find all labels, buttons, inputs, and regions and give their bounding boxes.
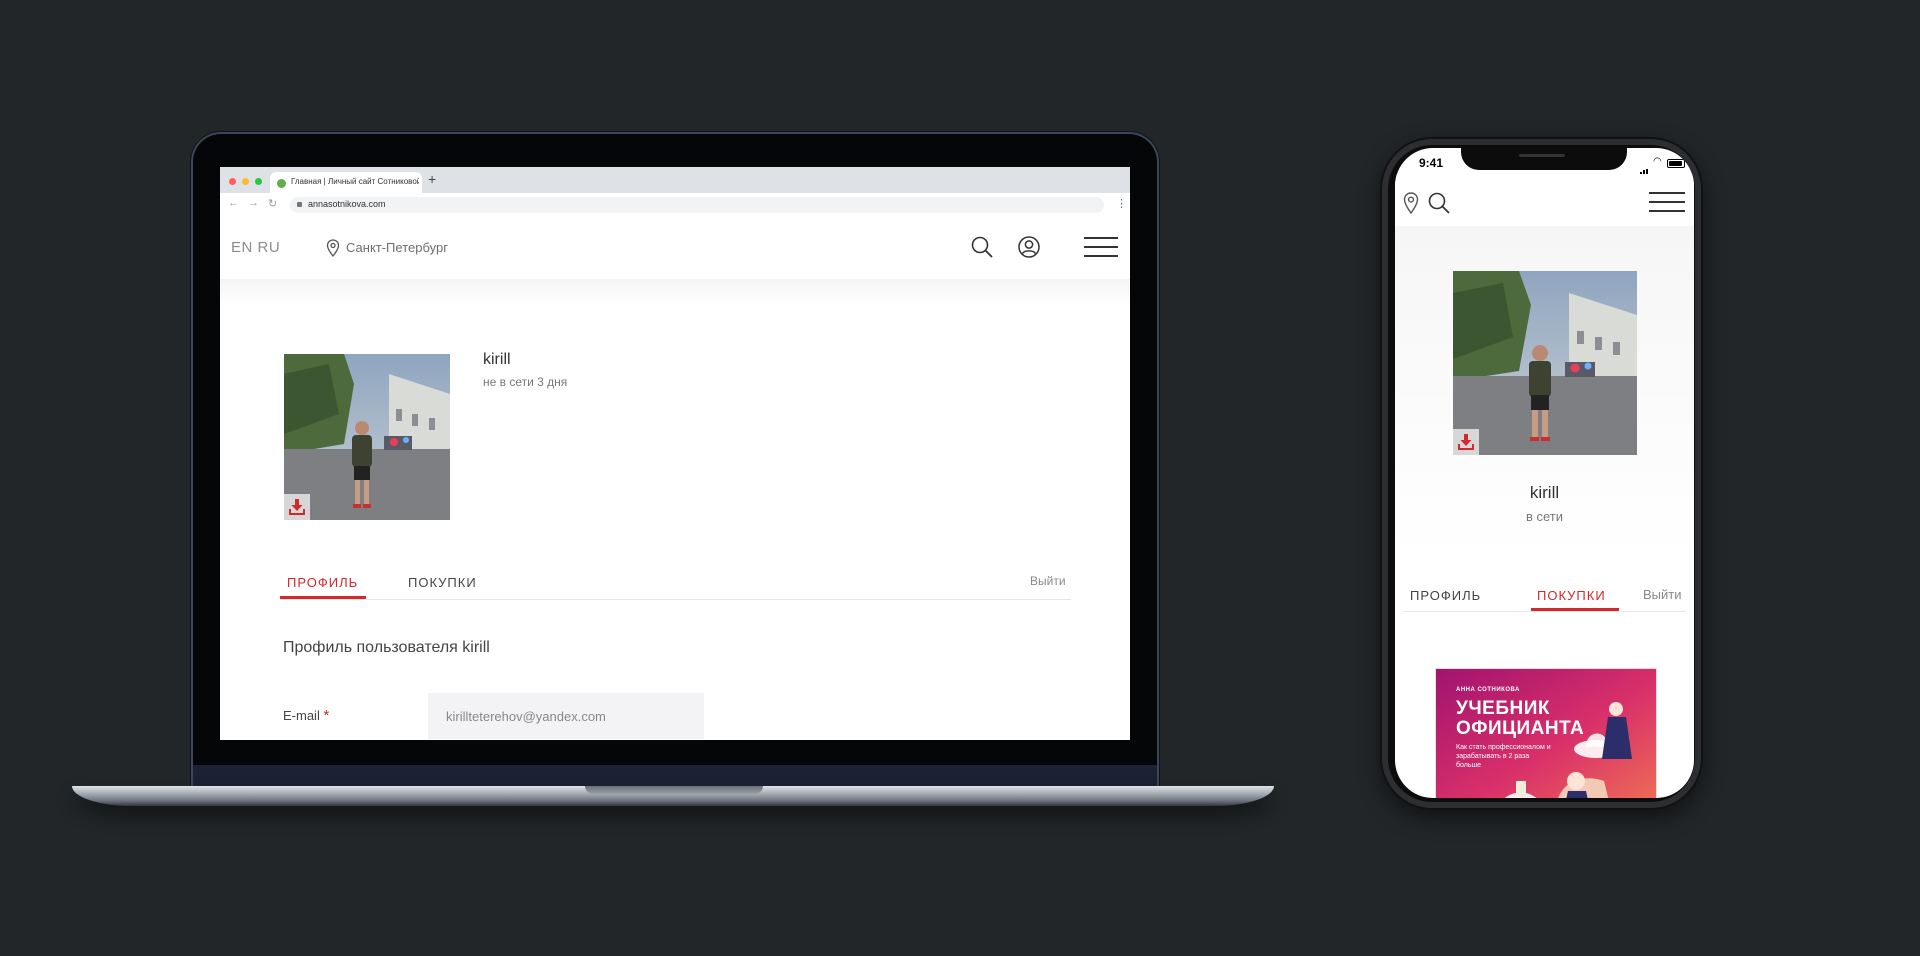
address-bar-url: annasotnikova.com — [308, 199, 386, 209]
profile-status: не в сети 3 дня — [483, 375, 568, 389]
logout-link[interactable]: Выйти — [1030, 574, 1066, 588]
forward-arrow-icon[interactable]: → — [248, 197, 259, 209]
reload-icon[interactable]: ↻ — [268, 197, 277, 210]
download-icon — [1458, 434, 1474, 450]
email-field[interactable] — [428, 693, 704, 739]
mobile-header — [1395, 174, 1694, 226]
battery-icon — [1667, 159, 1685, 168]
avatar-photo — [1453, 271, 1637, 455]
tab-purchases[interactable]: ПОКУПКИ — [1537, 588, 1606, 603]
tabs-divider — [280, 599, 1071, 600]
window-maximize-button[interactable] — [255, 178, 262, 185]
status-bar-time: 9:41 — [1419, 156, 1444, 170]
form-title: Профиль пользователя kirill — [283, 639, 490, 656]
city-selector[interactable]: Санкт-Петербург — [346, 240, 448, 255]
phone-screen: 9:41 ◠ kirill в сети ПРОФИЛЬ ПОКУПКИ Вый… — [1395, 148, 1694, 798]
laptop-notch — [585, 786, 763, 794]
download-icon — [289, 499, 305, 515]
profile-status: в сети — [1525, 509, 1564, 524]
laptop-screen: Главная | Личный сайт Сотниковой + ← → ↻… — [220, 167, 1130, 740]
search-icon[interactable] — [1427, 191, 1451, 215]
address-bar[interactable]: annasotnikova.com — [290, 197, 1104, 213]
language-switcher[interactable]: EN RU — [231, 239, 280, 256]
wifi-icon: ◠ — [1653, 156, 1662, 167]
hamburger-menu-icon[interactable] — [1084, 237, 1118, 259]
email-label-text: E-mail — [283, 708, 320, 723]
phone-notch — [1461, 148, 1627, 170]
lock-icon — [297, 202, 302, 207]
hamburger-menu-icon[interactable] — [1649, 192, 1685, 216]
browser-tab-bar: Главная | Личный сайт Сотниковой + — [220, 167, 1130, 193]
profile-name: kirill — [483, 351, 511, 368]
user-icon[interactable] — [1017, 235, 1041, 259]
location-pin-icon[interactable] — [326, 239, 340, 257]
browser-tab-title: Главная | Личный сайт Сотниковой — [291, 177, 419, 186]
book-author: АННА СОТНИКОВА — [1456, 687, 1520, 693]
email-label: E-mail * — [283, 707, 329, 724]
window-close-button[interactable] — [229, 178, 236, 185]
search-icon[interactable] — [970, 235, 994, 259]
logout-link[interactable]: Выйти — [1643, 587, 1682, 602]
browser-toolbar: ← → ↻ annasotnikova.com ⋮ — [220, 193, 1130, 218]
browser-menu-button[interactable]: ⋮ — [1116, 197, 1127, 210]
book-title-line1: УЧЕБНИК — [1456, 698, 1550, 719]
upload-photo-button[interactable] — [1453, 429, 1479, 455]
tab-profile[interactable]: ПРОФИЛЬ — [287, 575, 358, 590]
avatar[interactable] — [1453, 271, 1637, 455]
tab-profile[interactable]: ПРОФИЛЬ — [1410, 588, 1481, 603]
back-arrow-icon[interactable]: ← — [228, 197, 239, 209]
book-title-line2: ОФИЦИАНТА — [1456, 718, 1585, 739]
phone-speaker — [1519, 154, 1565, 157]
new-tab-button[interactable]: + — [428, 171, 436, 187]
site-header: EN RU Санкт-Петербург — [220, 217, 1130, 279]
browser-tab[interactable]: Главная | Личный сайт Сотниковой — [270, 172, 422, 193]
book-cover[interactable]: АННА СОТНИКОВА УЧЕБНИК ОФИЦИАНТА Как ста… — [1435, 668, 1657, 798]
book-subtitle: Как стать профессионалом и зарабатывать … — [1456, 744, 1551, 769]
tabs-divider — [1403, 611, 1686, 612]
location-pin-icon[interactable] — [1403, 192, 1419, 214]
required-mark: * — [323, 707, 330, 724]
header-shadow — [220, 279, 1130, 305]
upload-photo-button[interactable] — [284, 494, 310, 520]
profile-name: kirill — [1529, 483, 1560, 502]
window-minimize-button[interactable] — [242, 178, 249, 185]
tab-purchases[interactable]: ПОКУПКИ — [408, 575, 477, 590]
favicon-icon — [277, 179, 286, 188]
avatar[interactable] — [284, 354, 450, 520]
